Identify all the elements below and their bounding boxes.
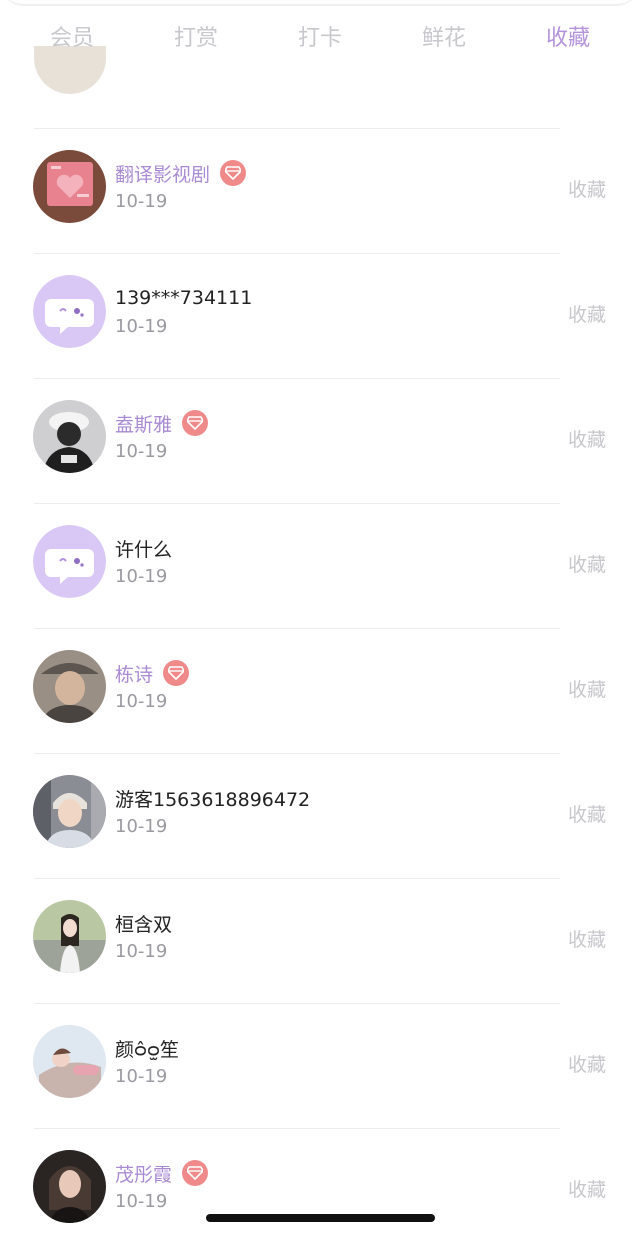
- favorites-screen: 会员 打赏 打卡 鲜花 收藏 翻译影视剧 10-19 收藏 139***734111 1…: [0, 0, 640, 1236]
- favorite-button[interactable]: 收藏: [568, 175, 606, 202]
- name-line: 翻译影视剧: [115, 158, 247, 188]
- name-line: 游客1563618896472: [115, 783, 310, 813]
- list-item[interactable]: 颜ᴑ̂ᴑ̫笙 10-19 收藏: [0, 1003, 640, 1128]
- tab-reward[interactable]: 打赏: [141, 20, 251, 52]
- date-label: 10-19: [115, 1191, 168, 1212]
- favorite-button[interactable]: 收藏: [568, 925, 606, 952]
- name-line: 139***734111: [115, 283, 252, 313]
- avatar[interactable]: [33, 400, 106, 473]
- favorite-button[interactable]: 收藏: [568, 550, 606, 577]
- favorite-button[interactable]: 收藏: [568, 425, 606, 452]
- avatar[interactable]: [33, 650, 106, 723]
- name-line: 盍斯雅: [115, 408, 209, 438]
- name-line: 栋诗: [115, 658, 190, 688]
- name-line: 桓含双: [115, 908, 172, 938]
- tab-member[interactable]: 会员: [17, 20, 127, 52]
- list-item[interactable]: 139***734111 10-19 收藏: [0, 253, 640, 378]
- tab-flowers[interactable]: 鲜花: [389, 20, 499, 52]
- user-name[interactable]: 盍斯雅: [115, 410, 172, 437]
- avatar[interactable]: [33, 275, 106, 348]
- list-item[interactable]: 游客1563618896472 10-19 收藏: [0, 753, 640, 878]
- date-label: 10-19: [115, 191, 168, 212]
- list-item[interactable]: 桓含双 10-19 收藏: [0, 878, 640, 1003]
- vip-diamond-icon: [182, 410, 209, 436]
- avatar[interactable]: [33, 150, 106, 223]
- date-label: 10-19: [115, 441, 168, 462]
- date-label: 10-19: [115, 566, 168, 587]
- list-item[interactable]: 栋诗 10-19 收藏: [0, 628, 640, 753]
- date-label: 10-19: [115, 1066, 168, 1087]
- avatar[interactable]: [33, 775, 106, 848]
- date-label: 10-19: [115, 941, 168, 962]
- vip-diamond-icon: [220, 160, 247, 186]
- avatar[interactable]: [33, 525, 106, 598]
- favorite-button[interactable]: 收藏: [568, 1050, 606, 1077]
- user-name[interactable]: 茂彤霞: [115, 1160, 172, 1187]
- tab-bar: 会员 打赏 打卡 鲜花 收藏: [0, 12, 640, 60]
- date-label: 10-19: [115, 316, 168, 337]
- user-name[interactable]: 139***734111: [115, 287, 252, 309]
- date-label: 10-19: [115, 816, 168, 837]
- list-item[interactable]: 盍斯雅 10-19 收藏: [0, 378, 640, 503]
- favorite-button[interactable]: 收藏: [568, 675, 606, 702]
- user-name[interactable]: 翻译影视剧: [115, 160, 210, 187]
- favorite-button[interactable]: 收藏: [568, 1175, 606, 1202]
- date-label: 10-19: [115, 691, 168, 712]
- name-line: 许什么: [115, 533, 172, 563]
- diamond-icon: [168, 666, 185, 680]
- tab-checkin[interactable]: 打卡: [265, 20, 375, 52]
- home-indicator[interactable]: [206, 1214, 435, 1222]
- user-name[interactable]: 颜ᴑ̂ᴑ̫笙: [115, 1035, 179, 1062]
- avatar[interactable]: [33, 1025, 106, 1098]
- diamond-icon: [225, 166, 242, 180]
- list-item[interactable]: 翻译影视剧 10-19 收藏: [0, 128, 640, 253]
- tab-favorites[interactable]: 收藏: [513, 20, 623, 52]
- user-name[interactable]: 栋诗: [115, 660, 153, 687]
- avatar[interactable]: [33, 1150, 106, 1223]
- favorite-button[interactable]: 收藏: [568, 800, 606, 827]
- name-line: 颜ᴑ̂ᴑ̫笙: [115, 1033, 179, 1063]
- user-name[interactable]: 许什么: [115, 535, 172, 562]
- user-name[interactable]: 桓含双: [115, 910, 172, 937]
- vip-diamond-icon: [182, 1160, 209, 1186]
- vip-diamond-icon: [163, 660, 190, 686]
- name-line: 茂彤霞: [115, 1158, 209, 1188]
- avatar[interactable]: [33, 900, 106, 973]
- user-name[interactable]: 游客1563618896472: [115, 785, 310, 812]
- diamond-icon: [187, 1166, 204, 1180]
- tab-bar-container: [0, 0, 640, 6]
- diamond-icon: [187, 416, 204, 430]
- list-item[interactable]: 许什么 10-19 收藏: [0, 503, 640, 628]
- favorite-button[interactable]: 收藏: [568, 300, 606, 327]
